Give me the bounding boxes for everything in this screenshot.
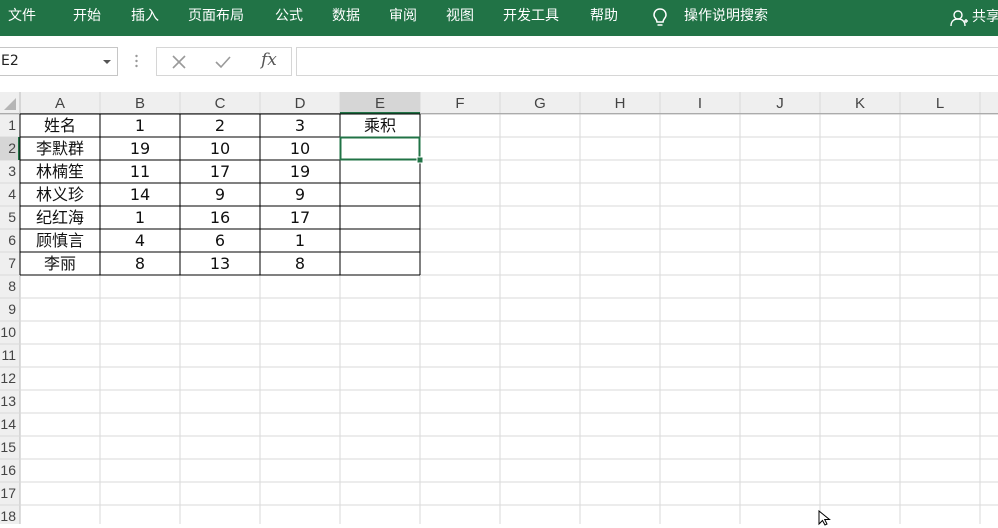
cell-d3[interactable]: 19 [260,160,340,182]
cell-e1[interactable]: 乘积 [340,114,420,136]
row-header-15[interactable]: 15 [0,436,16,458]
tab-page-layout[interactable]: 页面布局 [188,0,244,36]
cell-b2[interactable]: 19 [100,137,180,159]
column-header-g[interactable]: G [500,92,580,114]
column-header-j[interactable]: J [740,92,820,114]
column-header-i[interactable]: I [660,92,740,114]
column-header-d[interactable]: D [260,92,340,114]
column-header-b[interactable]: B [100,92,180,114]
cell-b5[interactable]: 1 [100,206,180,228]
tab-formulas[interactable]: 公式 [275,0,303,36]
cell-c2[interactable]: 10 [180,137,260,159]
cell-b3[interactable]: 11 [100,160,180,182]
row-header-3[interactable]: 3 [0,160,16,182]
row-header-17[interactable]: 17 [0,482,16,504]
cell-c7[interactable]: 13 [180,252,260,274]
tab-view[interactable]: 视图 [446,0,474,36]
row-header-9[interactable]: 9 [0,298,16,320]
cell-d7[interactable]: 8 [260,252,340,274]
row-header-5[interactable]: 5 [0,206,16,228]
cell-d2[interactable]: 10 [260,137,340,159]
row-header-7[interactable]: 7 [0,252,16,274]
cell-a6[interactable]: 顾慎言 [20,229,100,251]
chevron-down-icon[interactable] [103,60,111,64]
row-header-4[interactable]: 4 [0,183,16,205]
cell-a5[interactable]: 纪红海 [20,206,100,228]
row-header-6[interactable]: 6 [0,229,16,251]
cell-e3[interactable] [340,160,420,182]
cell-b1[interactable]: 1 [100,114,180,136]
formula-input[interactable] [296,47,998,76]
tab-home[interactable]: 开始 [73,0,101,36]
cell-b4[interactable]: 14 [100,183,180,205]
cell-b7[interactable]: 8 [100,252,180,274]
cell-c4[interactable]: 9 [180,183,260,205]
tab-review[interactable]: 审阅 [389,0,417,36]
column-header-h[interactable]: H [580,92,660,114]
cell-d6[interactable]: 1 [260,229,340,251]
column-header-a[interactable]: A [20,92,100,114]
tell-me-search[interactable]: 操作说明搜索 [684,0,768,36]
cell-a2[interactable]: 李默群 [20,137,100,159]
cell-a7[interactable]: 李丽 [20,252,100,274]
worksheet-grid[interactable]: A B C D E F G H I J K L 1 2 3 4 5 6 7 8 9 10 11 12 13 14 15 16 17 18 姓… [0,92,998,524]
cell-c5[interactable]: 16 [180,206,260,228]
ribbon-tab-bar: 文件 开始 插入 页面布局 公式 数据 审阅 视图 开发工具 帮助 操作说明搜索… [0,0,998,36]
cell-e2[interactable] [340,137,420,159]
cell-c3[interactable]: 17 [180,160,260,182]
tab-help[interactable]: 帮助 [590,0,618,36]
row-header-10[interactable]: 10 [0,321,16,343]
formula-bar: E2 fx [0,36,998,92]
lightbulb-icon[interactable] [650,7,670,29]
check-icon[interactable] [213,53,233,71]
cell-e6[interactable] [340,229,420,251]
cell-e4[interactable] [340,183,420,205]
formula-tools: fx [156,47,292,76]
row-header-1[interactable]: 1 [0,114,16,136]
cell-c6[interactable]: 6 [180,229,260,251]
cell-e5[interactable] [340,206,420,228]
insert-function-button[interactable]: fx [261,50,277,70]
column-header-c[interactable]: C [180,92,260,114]
name-box-value: E2 [1,53,19,69]
cell-a3[interactable]: 林楠笙 [20,160,100,182]
cell-b6[interactable]: 4 [100,229,180,251]
cell-c1[interactable]: 2 [180,114,260,136]
person-icon [950,10,968,27]
cell-d5[interactable]: 17 [260,206,340,228]
column-header-f[interactable]: F [420,92,500,114]
share-label: 共享 [972,9,998,25]
row-header-16[interactable]: 16 [0,459,16,481]
cell-a1[interactable]: 姓名 [20,114,100,136]
name-box[interactable]: E2 [0,47,118,76]
row-header-13[interactable]: 13 [0,390,16,412]
cell-d4[interactable]: 9 [260,183,340,205]
tab-data[interactable]: 数据 [332,0,360,36]
row-header-12[interactable]: 12 [0,367,16,389]
row-header-2[interactable]: 2 [0,137,16,159]
cell-e7[interactable] [340,252,420,274]
column-header-k[interactable]: K [820,92,900,114]
tab-file[interactable]: 文件 [8,0,36,36]
cell-a4[interactable]: 林义珍 [20,183,100,205]
row-header-8[interactable]: 8 [0,275,16,297]
drag-handle-icon[interactable] [135,54,138,68]
cancel-icon[interactable] [169,53,189,71]
row-header-11[interactable]: 11 [0,344,16,366]
column-header-e[interactable]: E [340,92,420,114]
row-header-14[interactable]: 14 [0,413,16,435]
tab-developer[interactable]: 开发工具 [503,0,559,36]
cell-d1[interactable]: 3 [260,114,340,136]
column-header-l[interactable]: L [900,92,980,114]
tab-insert[interactable]: 插入 [131,0,159,36]
